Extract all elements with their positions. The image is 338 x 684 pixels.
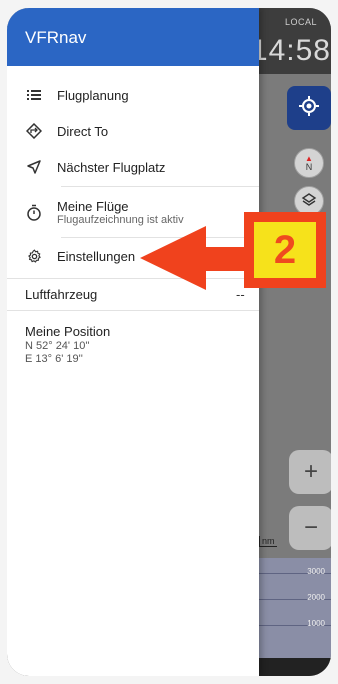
- compass-button[interactable]: ▲ N: [294, 148, 324, 178]
- stopwatch-icon: [24, 204, 44, 221]
- direct-to-icon: [24, 123, 44, 139]
- divider: [61, 186, 259, 187]
- navigation-drawer: VFRnav Flugplanung Direct To Nächster Fl…: [7, 8, 259, 676]
- annotation-number: 2: [254, 222, 316, 278]
- meine-fluege-text: Meine Flüge Flugaufzeichnung ist aktiv: [57, 199, 184, 226]
- altitude-label: 1000: [307, 619, 325, 628]
- menu-item-label: Einstellungen: [57, 248, 136, 264]
- annotation-badge: 2: [244, 212, 326, 288]
- phone-screen: LOCAL 14:58 ▲ N + − nm 3000 2000 1000 VF…: [7, 8, 331, 676]
- menu-item-flugplanung[interactable]: Flugplanung: [7, 79, 259, 111]
- crosshair-icon: [298, 95, 320, 122]
- menu-item-naechster-flugplatz[interactable]: Nächster Flugplatz: [7, 151, 259, 183]
- menu-item-label: Direct To: [57, 123, 109, 139]
- gear-icon: [24, 249, 44, 264]
- map-scale-unit: nm: [259, 536, 277, 547]
- altitude-profile: 3000 2000 1000: [259, 558, 331, 658]
- divider: [7, 310, 259, 311]
- compass-label: N: [305, 162, 313, 172]
- menu-item-label: Flugplanung: [57, 87, 129, 103]
- aircraft-label[interactable]: Luftfahrzeug: [25, 287, 97, 302]
- local-time-label: LOCAL: [284, 17, 317, 27]
- position-longitude: E 13° 6' 19'': [25, 353, 83, 365]
- menu-item-sublabel: Flugaufzeichnung ist aktiv: [57, 213, 184, 226]
- compass-icon: ▲ N: [305, 154, 313, 172]
- drawer-header: VFRnav: [7, 8, 259, 66]
- layers-icon: [301, 192, 317, 210]
- list-icon: [24, 89, 44, 101]
- map-bottom-bar: [259, 658, 331, 676]
- annotation-arrow-icon: [140, 226, 250, 299]
- position-title: Meine Position: [25, 324, 111, 339]
- navigation-arrow-icon: [24, 160, 44, 174]
- menu-item-direct-to[interactable]: Direct To: [7, 115, 259, 147]
- zoom-in-button[interactable]: +: [289, 450, 331, 494]
- menu-item-label: Meine Flüge: [57, 198, 129, 214]
- app-title: VFRnav: [25, 28, 87, 47]
- altitude-label: 2000: [307, 593, 325, 602]
- position-latitude: N 52° 24' 10'': [25, 340, 90, 352]
- zoom-out-button[interactable]: −: [289, 506, 331, 550]
- altitude-label: 3000: [307, 567, 325, 576]
- menu-item-label: Nächster Flugplatz: [57, 159, 166, 175]
- locate-button[interactable]: [287, 86, 331, 130]
- clock: 14:58: [250, 34, 331, 67]
